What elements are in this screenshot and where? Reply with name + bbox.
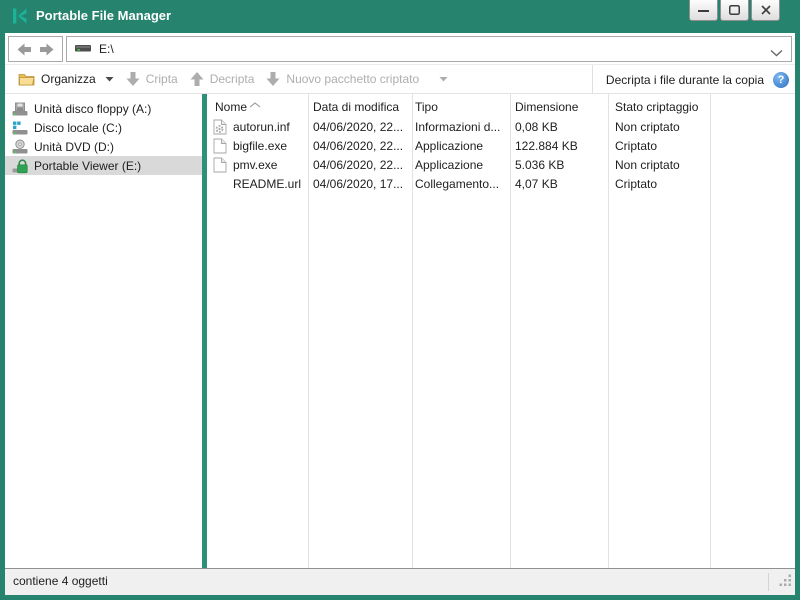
file-type: Informazioni d... [415,118,508,137]
file-name: autorun.inf [233,118,307,137]
file-row-bigfile-exe[interactable]: bigfile.exe 04/06/2020, 22... Applicazio… [207,137,795,156]
maximize-button[interactable] [720,0,749,21]
decripta-label: Decripta [210,72,255,86]
portable-file-manager-window: Portable File Manager [0,0,800,600]
column-header-dimensione[interactable]: Dimensione [515,94,578,118]
file-size: 0,08 KB [515,118,606,137]
cripta-button[interactable]: Cripta [120,67,184,91]
chevron-down-icon[interactable] [770,44,783,62]
file-icon [213,138,229,154]
file-row-autorun-inf[interactable]: autorun.inf 04/06/2020, 22... Informazio… [207,118,795,137]
file-list: Nome Data di modifica Tipo Dimensione St… [207,94,795,568]
caret-down-icon [105,76,114,82]
toolbar-right-group: Decripta i file durante la copia ? [592,65,789,94]
file-date: 04/06/2020, 17... [313,175,410,194]
file-row-pmv-exe[interactable]: pmv.exe 04/06/2020, 22... Applicazione 5… [207,156,795,175]
file-icon [213,157,229,173]
back-arrow-icon[interactable] [17,43,32,56]
column-header-tipo[interactable]: Tipo [415,94,438,118]
title-bar[interactable]: Portable File Manager [0,0,800,33]
organizza-button[interactable]: Organizza [12,67,120,91]
file-status: Non criptato [615,156,708,175]
file-size: 4,07 KB [515,175,606,194]
status-text: contiene 4 oggetti [13,569,108,595]
dvd-drive-icon [12,139,28,155]
arrow-up-icon [190,71,204,87]
decripta-button[interactable]: Decripta [184,67,261,91]
sidebar-item-label: Unità disco floppy (A:) [34,102,151,116]
toolbar: Organizza Cripta Decripta [5,64,795,94]
caret-down-icon [439,76,448,82]
navigation-buttons [8,36,63,62]
decripta-copia-label: Decripta i file durante la copia [606,73,764,87]
organizza-label: Organizza [41,72,96,86]
file-size: 122.884 KB [515,137,606,156]
file-type: Applicazione [415,137,508,156]
maximize-icon [729,5,740,15]
cripta-label: Cripta [146,72,178,86]
sort-ascending-icon [249,95,261,113]
floppy-drive-icon [12,101,28,117]
drives-sidebar: Unità disco floppy (A:) Disco locale (C:… [5,94,202,568]
minimize-icon [698,6,709,15]
close-icon [761,5,771,15]
file-row-readme-url[interactable]: README.url 04/06/2020, 17... Collegament… [207,175,795,194]
file-status: Criptato [615,137,708,156]
kaspersky-logo-icon [11,7,29,25]
forward-arrow-icon[interactable] [39,43,54,56]
sidebar-item-floppy-a[interactable]: Unità disco floppy (A:) [5,99,202,118]
sidebar-item-label: Portable Viewer (E:) [34,159,141,173]
file-date: 04/06/2020, 22... [313,137,410,156]
sidebar-item-portable-viewer-e[interactable]: Portable Viewer (E:) [5,156,202,175]
address-path: E:\ [99,42,114,56]
nuovo-pacchetto-criptato-button[interactable]: Nuovo pacchetto criptato [260,67,454,91]
local-disk-icon [12,120,28,136]
address-row: E:\ [5,33,795,64]
drive-icon [75,40,91,58]
file-status: Non criptato [615,118,708,137]
column-header-stato[interactable]: Stato criptaggio [615,94,698,118]
file-date: 04/06/2020, 22... [313,118,410,137]
resize-grip-icon[interactable] [779,574,792,592]
file-date: 04/06/2020, 22... [313,156,410,175]
arrow-down-icon [126,71,140,87]
close-button[interactable] [751,0,780,21]
arrow-down-icon [266,71,280,87]
address-combobox[interactable]: E:\ [66,36,792,62]
gear-file-icon [213,119,229,135]
file-type: Applicazione [415,156,508,175]
minimize-button[interactable] [689,0,718,21]
help-icon[interactable]: ? [773,72,789,88]
column-header-nome[interactable]: Nome [215,94,247,118]
status-bar: contiene 4 oggetti [5,568,795,595]
file-name: README.url [233,175,307,194]
window-controls [689,0,780,21]
folder-icon [18,72,35,86]
file-status: Criptato [615,175,708,194]
main-area: Unità disco floppy (A:) Disco locale (C:… [5,94,795,568]
file-size: 5.036 KB [515,156,606,175]
sidebar-item-disk-c[interactable]: Disco locale (C:) [5,118,202,137]
file-name: bigfile.exe [233,137,307,156]
sidebar-item-dvd-d[interactable]: Unità DVD (D:) [5,137,202,156]
status-separator [768,573,769,591]
lock-drive-icon [12,158,28,174]
file-type: Collegamento... [415,175,508,194]
column-header-data[interactable]: Data di modifica [313,94,399,118]
sidebar-item-label: Unità DVD (D:) [34,140,114,154]
client-area: E:\ Organizza [5,33,795,595]
nuovo-pacchetto-label: Nuovo pacchetto criptato [286,72,419,86]
window-title: Portable File Manager [36,0,171,33]
sidebar-item-label: Disco locale (C:) [34,121,122,135]
file-name: pmv.exe [233,156,307,175]
